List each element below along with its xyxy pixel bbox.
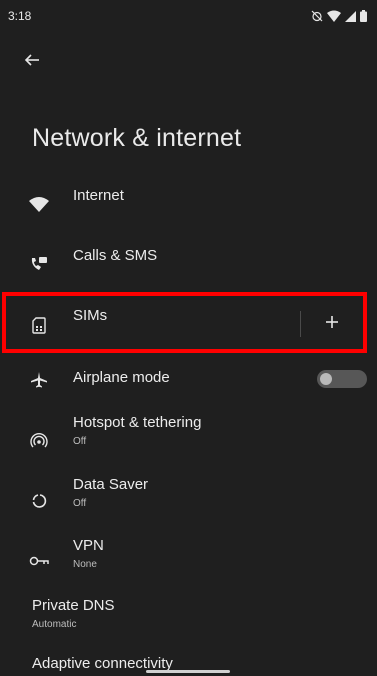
back-button[interactable]: [18, 48, 46, 76]
calls-sms-icon: [28, 253, 50, 275]
status-time: 3:18: [8, 9, 32, 23]
list-item-hotspot[interactable]: Hotspot & tethering Off: [0, 410, 377, 458]
item-subtext: Automatic: [32, 619, 77, 630]
status-bar: 3:18: [0, 0, 377, 38]
hotspot-icon: [28, 430, 50, 452]
list-item-vpn[interactable]: VPN None: [0, 532, 377, 580]
item-label: Data Saver: [73, 476, 149, 493]
airplane-mode-toggle[interactable]: [317, 370, 367, 388]
item-subtext: None: [73, 559, 97, 570]
wifi-icon: [327, 9, 341, 27]
home-indicator: [146, 670, 230, 673]
page-title: Network & internet: [32, 124, 242, 152]
vpn-key-icon: [28, 550, 50, 572]
data-saver-icon: [28, 490, 50, 512]
list-item-calls-sms[interactable]: Calls & SMS: [0, 237, 377, 289]
wifi-icon: [28, 193, 50, 215]
toggle-knob: [320, 373, 332, 385]
item-subtext: Off: [73, 436, 87, 447]
list-item-internet[interactable]: Internet: [0, 178, 377, 230]
airplane-icon: [28, 369, 50, 391]
highlight-box: [2, 292, 367, 353]
status-icons: [311, 9, 367, 27]
cell-signal-icon: [345, 9, 356, 27]
item-label: Private DNS: [32, 597, 115, 614]
list-item-private-dns[interactable]: Private DNS Automatic: [0, 592, 377, 636]
item-label: Hotspot & tethering: [73, 414, 202, 431]
item-label: Airplane mode: [73, 369, 170, 386]
item-label: Calls & SMS: [73, 247, 158, 264]
battery-icon: [360, 9, 367, 27]
arrow-back-icon: [24, 52, 40, 73]
item-subtext: Off: [73, 498, 87, 509]
item-label: Internet: [73, 187, 124, 204]
alarm-off-icon: [311, 9, 323, 27]
item-label: VPN: [73, 537, 104, 554]
list-item-data-saver[interactable]: Data Saver Off: [0, 471, 377, 519]
